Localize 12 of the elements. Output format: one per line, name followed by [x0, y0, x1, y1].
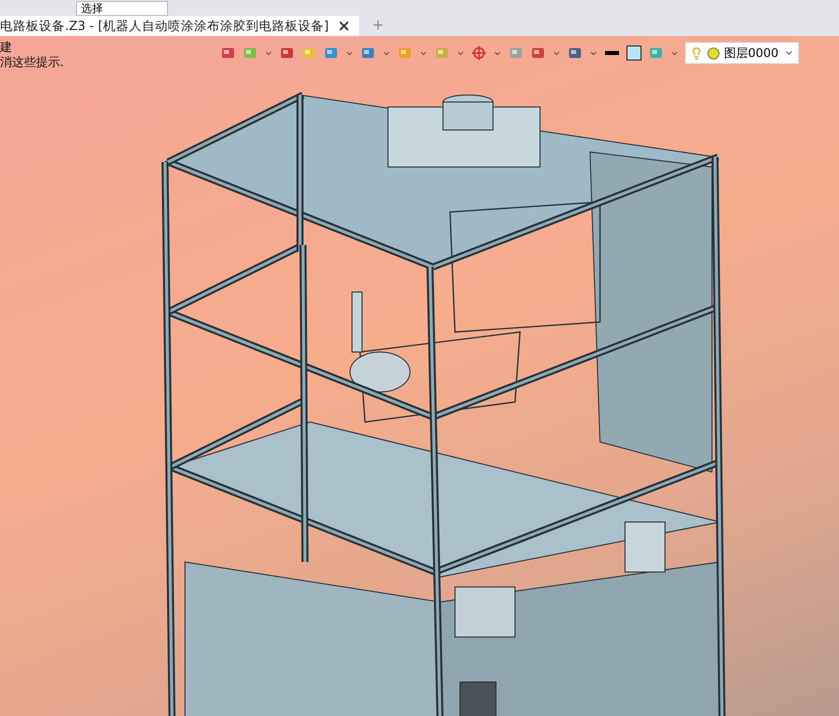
selection-filter-field[interactable]: 选择: [76, 0, 168, 16]
new-tab-icon[interactable]: [370, 18, 385, 32]
color-swatch-icon[interactable]: [626, 45, 642, 61]
3d-viewport[interactable]: 建 消这些提示. 图层0000: [0, 36, 839, 716]
target-icon[interactable]: [471, 45, 487, 61]
close-icon[interactable]: [336, 19, 351, 33]
bulb-icon: [690, 46, 703, 60]
layer-status-icon: [707, 46, 720, 60]
hint-text: 消这些提示.: [0, 55, 64, 70]
document-tab[interactable]: 电路板设备.Z3 - [机器人自动喷涂涂布涂胶到电路板设备]: [0, 16, 359, 36]
layer-dropdown[interactable]: 图层0000: [685, 42, 799, 64]
hint-text: 建: [0, 40, 13, 55]
